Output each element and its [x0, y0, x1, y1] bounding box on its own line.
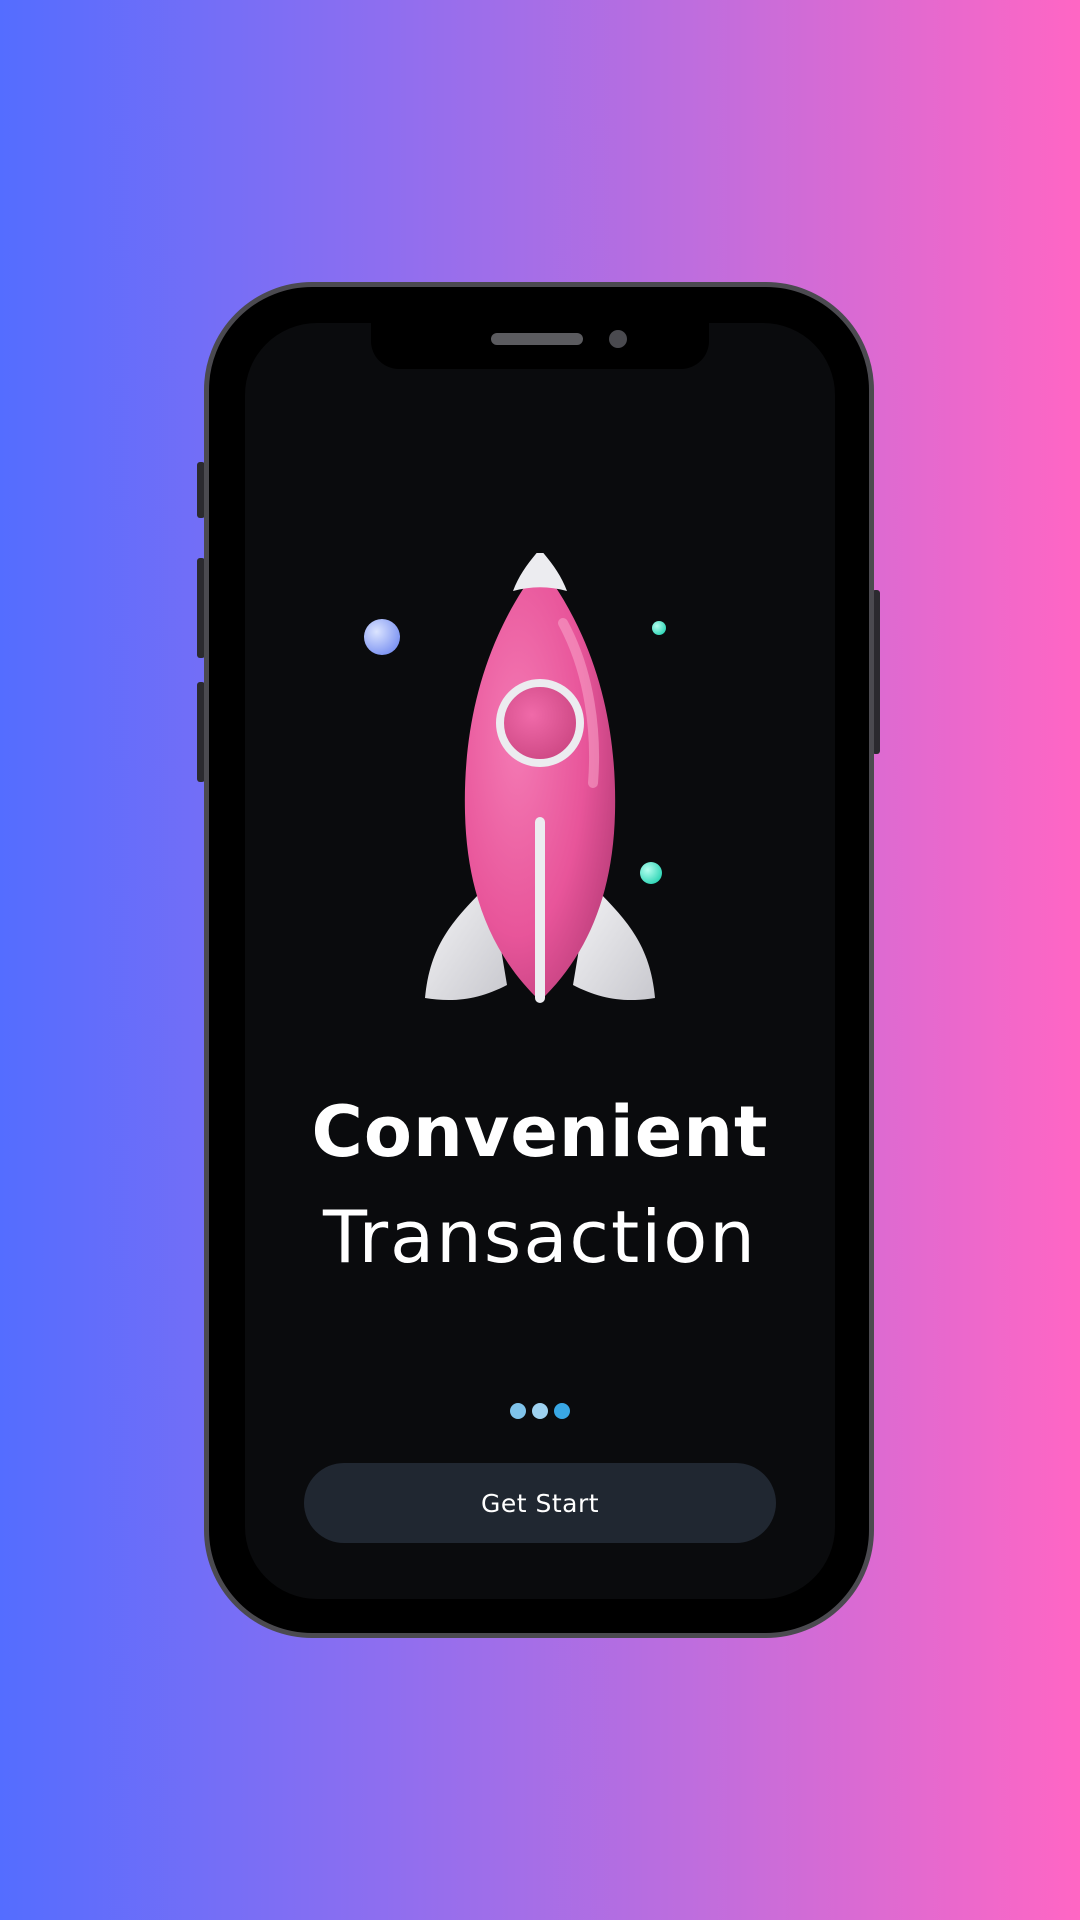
teal-planet-icon: [640, 862, 662, 884]
blue-planet-icon: [364, 619, 400, 655]
get-start-button[interactable]: Get Start: [304, 1463, 776, 1543]
page-dot-1[interactable]: [510, 1403, 526, 1419]
page-dot-2[interactable]: [532, 1403, 548, 1419]
rocket-nose-tip: [513, 553, 567, 591]
title-line-1: Convenient: [311, 1091, 769, 1173]
rocket-porthole: [496, 679, 584, 767]
small-teal-planet-icon: [652, 621, 666, 635]
phone-screen: Convenient Transaction Get Start: [245, 323, 835, 1599]
speaker-grille: [491, 333, 583, 345]
page-indicator: [245, 1403, 835, 1419]
notch: [371, 323, 709, 369]
title-line-2: Transaction: [323, 1195, 757, 1279]
page-dot-3[interactable]: [554, 1403, 570, 1419]
phone-frame: Convenient Transaction Get Start: [204, 282, 874, 1638]
camera-icon: [609, 330, 627, 348]
rocket-illustration: [364, 553, 666, 1003]
rocket-center-stripe: [535, 817, 545, 1003]
